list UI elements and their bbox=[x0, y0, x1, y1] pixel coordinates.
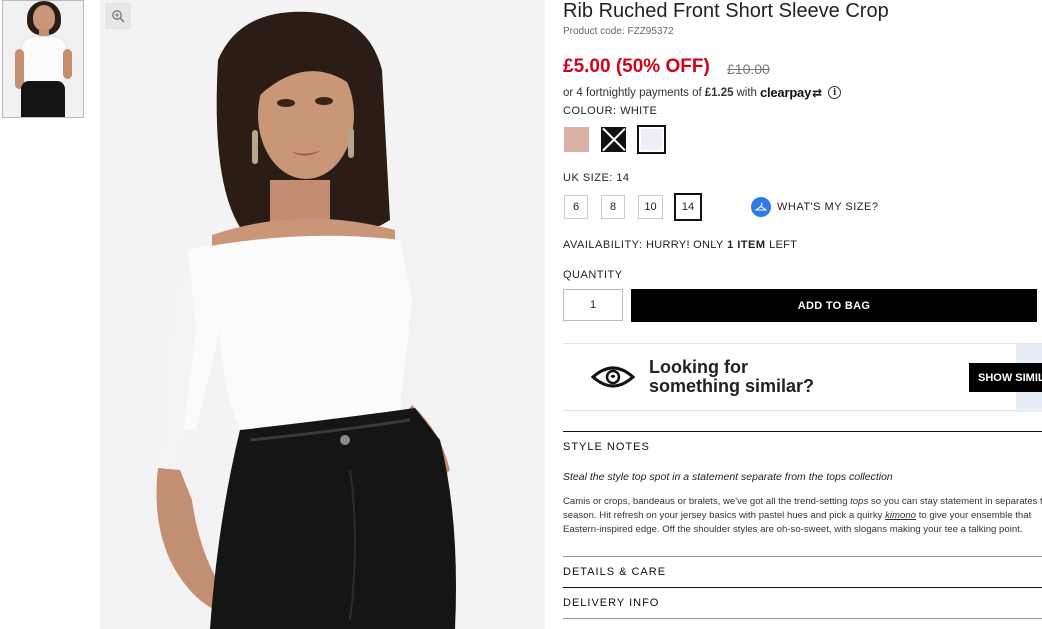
availability-label: AVAILABILITY: bbox=[563, 239, 643, 251]
swatch-pink[interactable] bbox=[564, 127, 589, 152]
product-page: Rib Ruched Front Short Sleeve Crop Produ… bbox=[0, 0, 1042, 629]
add-to-bag-button[interactable]: ADD TO BAG bbox=[631, 289, 1037, 322]
swatch-white-selected[interactable] bbox=[637, 125, 666, 154]
section-divider bbox=[563, 556, 1042, 557]
availability-count: 1 ITEM bbox=[727, 239, 766, 251]
tops-link[interactable]: tops bbox=[850, 496, 868, 507]
similar-line-1: Looking for bbox=[649, 357, 748, 377]
clearpay-amount: £1.25 bbox=[704, 86, 734, 99]
size-label: UK SIZE: bbox=[563, 172, 613, 184]
hanger-icon bbox=[751, 197, 771, 217]
style-notes-body: Camis or crops, bandeaus or bralets, we'… bbox=[563, 495, 1042, 537]
similar-heading: Looking for something similar? bbox=[649, 358, 814, 396]
style-notes-text: to give your ensemble that bbox=[918, 510, 1032, 521]
product-title: Rib Ruched Front Short Sleeve Crop bbox=[563, 0, 889, 22]
swatch-black-unavailable[interactable] bbox=[601, 127, 626, 152]
clearpay-logo: clearpay bbox=[759, 85, 812, 100]
availability-suffix: LEFT bbox=[769, 239, 798, 251]
original-price: £10.00 bbox=[727, 61, 770, 77]
size-option-8[interactable]: 8 bbox=[601, 195, 625, 219]
size-option-6[interactable]: 6 bbox=[564, 195, 588, 219]
size-guide-label: WHAT'S MY SIZE? bbox=[777, 201, 879, 213]
clearpay-with: with bbox=[736, 86, 757, 99]
clearpay-mark-icon: ⇄ bbox=[812, 85, 823, 100]
colour-label-row: COLOUR: WHITE bbox=[563, 105, 657, 117]
info-icon[interactable]: i bbox=[828, 86, 842, 99]
style-notes-heading[interactable]: STYLE NOTES bbox=[563, 441, 650, 453]
zoom-button[interactable] bbox=[105, 3, 131, 29]
availability-row: AVAILABILITY: HURRY! ONLY 1 ITEM LEFT bbox=[563, 239, 797, 251]
magnifier-plus-icon bbox=[112, 10, 125, 23]
product-main-image[interactable] bbox=[100, 0, 545, 629]
product-code: Product code: FZZ95372 bbox=[563, 26, 674, 37]
clearpay-prefix: or 4 fortnightly payments of bbox=[563, 86, 702, 99]
quantity-label: QUANTITY bbox=[563, 269, 623, 281]
availability-prefix: HURRY! ONLY bbox=[646, 239, 724, 251]
colour-label: COLOUR: bbox=[563, 105, 617, 117]
product-thumbnail[interactable] bbox=[2, 0, 84, 118]
eye-icon bbox=[591, 366, 635, 388]
size-option-10[interactable]: 10 bbox=[638, 195, 663, 219]
model-illustration bbox=[100, 0, 545, 629]
style-notes-text: season. Hit refresh on your jersey basic… bbox=[563, 510, 883, 521]
style-notes-text: Camis or crops, bandeaus or bralets, we'… bbox=[563, 496, 848, 507]
size-guide-link[interactable]: WHAT'S MY SIZE? bbox=[751, 197, 878, 217]
style-notes-text: Eastern-inspired edge. Off the shoulder … bbox=[563, 524, 1023, 535]
style-notes-lead: Steal the style top spot in a statement … bbox=[563, 471, 893, 483]
size-option-14-selected[interactable]: 14 bbox=[674, 193, 702, 221]
section-divider bbox=[563, 587, 1042, 588]
section-divider bbox=[563, 618, 1042, 619]
details-care-heading[interactable]: DETAILS & CARE bbox=[563, 566, 666, 578]
similar-line-2: something similar? bbox=[649, 376, 815, 396]
size-label-row: UK SIZE: 14 bbox=[563, 172, 629, 184]
kimono-link[interactable]: kimono bbox=[885, 510, 916, 521]
delivery-info-heading[interactable]: DELIVERY INFO bbox=[563, 597, 659, 609]
show-similar-button[interactable]: SHOW SIMILAR bbox=[969, 363, 1042, 392]
similar-items-banner: Looking for something similar? SHOW SIMI… bbox=[563, 343, 1042, 412]
size-value: 14 bbox=[616, 172, 630, 184]
current-price: £5.00 (50% OFF) bbox=[563, 56, 710, 77]
style-notes-text: so you can stay statement in separates t… bbox=[870, 496, 1042, 507]
clearpay-installments: or 4 fortnightly payments of £1.25 with … bbox=[563, 85, 842, 100]
product-details: Rib Ruched Front Short Sleeve Crop Produ… bbox=[563, 0, 1042, 629]
quantity-input[interactable]: 1 bbox=[563, 289, 623, 321]
colour-value: WHITE bbox=[620, 105, 658, 117]
section-divider bbox=[563, 431, 1042, 432]
